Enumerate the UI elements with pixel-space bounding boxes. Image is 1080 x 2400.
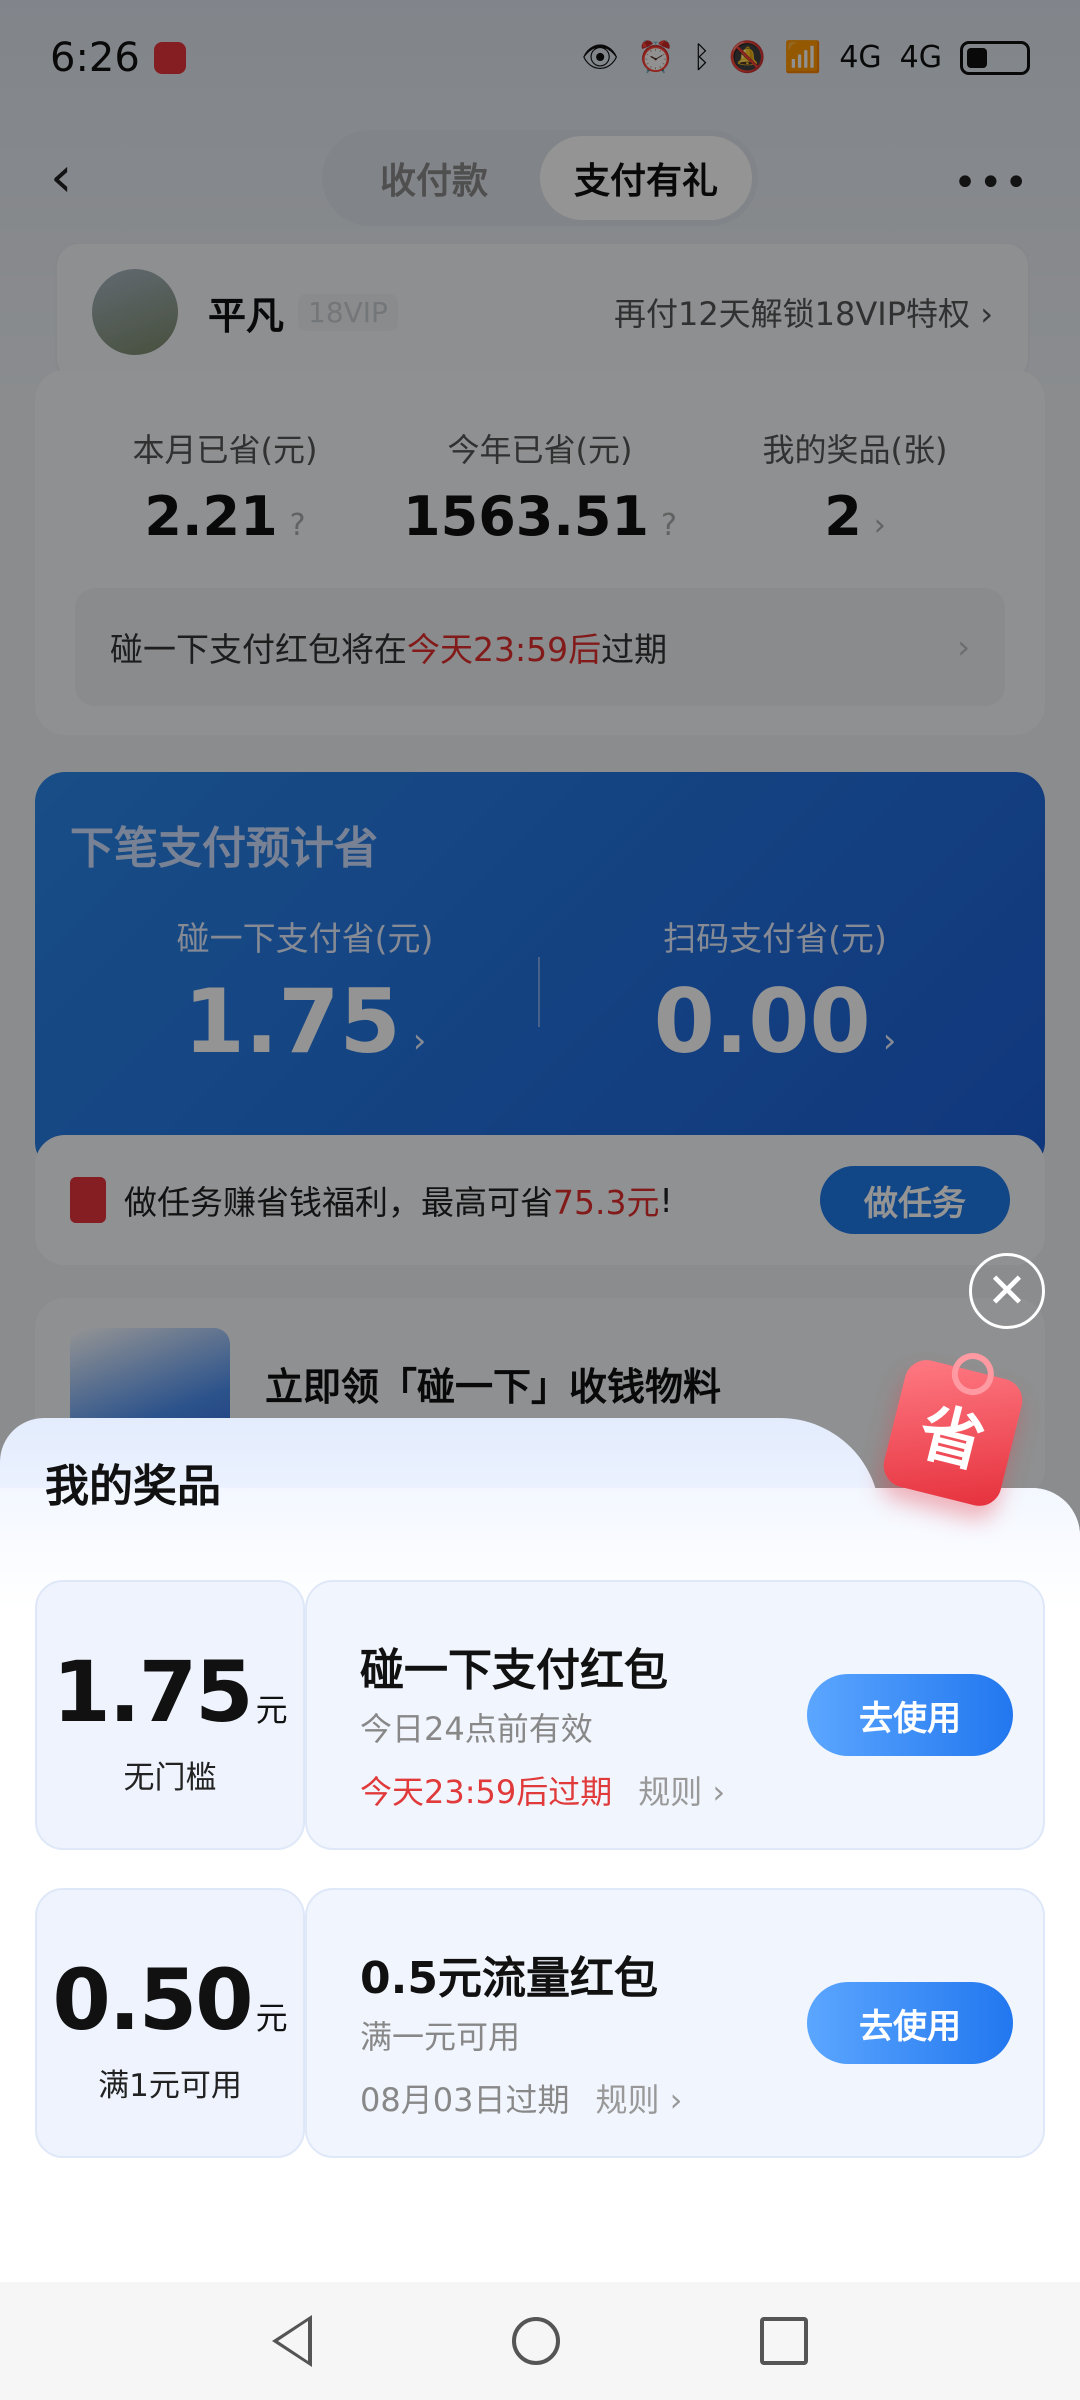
coupon-card: 0.50 元 满1元可用 0.5元流量红包 满一元可用 08月03日过期 规则 › … <box>35 1888 1045 2158</box>
nav-home-icon[interactable] <box>512 2317 560 2365</box>
use-coupon-button[interactable]: 去使用 <box>807 1674 1013 1756</box>
coupon-expire: 08月03日过期 <box>360 2081 570 2119</box>
coupon-validity: 今日24点前有效 <box>360 1710 593 1748</box>
coupon-info-panel: 0.5元流量红包 满一元可用 08月03日过期 规则 › 去使用 <box>305 1888 1045 2158</box>
system-nav-bar <box>0 2282 1080 2400</box>
prizes-sheet: 我的奖品 1.75 元 无门槛 碰一下支付红包 今日24点前有效 今天23:59后… <box>0 1418 1080 2400</box>
coupon-amount: 1.75 <box>52 1643 253 1741</box>
coupon-expire: 今天23:59后过期 <box>360 1773 613 1811</box>
coupon-unit: 元 <box>255 1999 288 2037</box>
close-icon[interactable]: ✕ <box>969 1253 1045 1329</box>
nav-back-icon[interactable] <box>272 2315 312 2367</box>
coupon-card: 1.75 元 无门槛 碰一下支付红包 今日24点前有效 今天23:59后过期 规则 … <box>35 1580 1045 1850</box>
coupon-title: 0.5元流量红包 <box>360 1953 658 2004</box>
coupon-unit: 元 <box>255 1691 288 1729</box>
coupon-threshold: 无门槛 <box>123 1760 217 1796</box>
nav-recents-icon[interactable] <box>760 2317 808 2365</box>
rules-link[interactable]: 规则 › <box>638 1773 725 1811</box>
use-coupon-button[interactable]: 去使用 <box>807 1982 1013 2064</box>
coupon-info-panel: 碰一下支付红包 今日24点前有效 今天23:59后过期 规则 › 去使用 <box>305 1580 1045 1850</box>
coupon-threshold: 满1元可用 <box>98 2068 242 2104</box>
sheet-title: 我的奖品 <box>45 1461 221 1512</box>
coupon-amount: 0.50 <box>52 1951 253 2049</box>
coupon-title: 碰一下支付红包 <box>360 1645 668 1696</box>
rules-link[interactable]: 规则 › <box>595 2081 682 2119</box>
coupon-amount-panel: 0.50 元 满1元可用 <box>35 1888 305 2158</box>
coupon-validity: 满一元可用 <box>360 2018 521 2056</box>
coupon-amount-panel: 1.75 元 无门槛 <box>35 1580 305 1850</box>
